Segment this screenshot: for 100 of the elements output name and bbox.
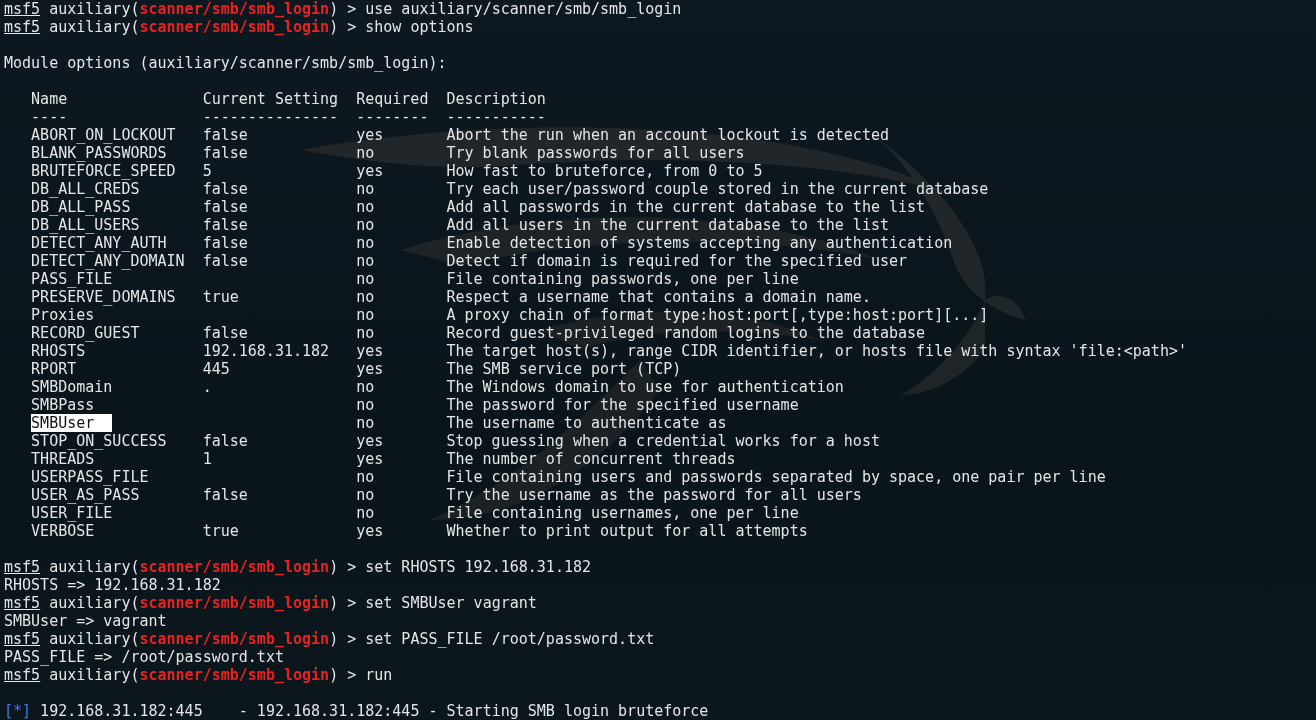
required-value: no bbox=[356, 504, 376, 522]
setting-value: false bbox=[202, 324, 249, 342]
option-description: Whether to print output for all attempts bbox=[446, 522, 809, 540]
option-description: The Windows domain to use for authentication bbox=[446, 378, 845, 396]
option-description: Enable detection of systems accepting any authentication bbox=[446, 234, 954, 252]
option-description: The password for the specified username bbox=[446, 396, 800, 414]
prompt-text: auxiliary( bbox=[48, 594, 140, 612]
setting-value: 5 bbox=[202, 162, 213, 180]
status-marker: [*] bbox=[4, 702, 32, 720]
output-text: RHOSTS => 192.168.31.182 bbox=[4, 576, 221, 594]
option-description: How fast to bruteforce, from 0 to 5 bbox=[446, 162, 764, 180]
setting-value: false bbox=[202, 234, 249, 252]
option-description: Add all users in the current database to the list bbox=[446, 216, 890, 234]
setting-value: false bbox=[202, 144, 249, 162]
required-value: no bbox=[356, 324, 376, 342]
required-value: no bbox=[356, 378, 376, 396]
module-name: scanner/smb/smb_login bbox=[139, 666, 330, 684]
column-header: Name bbox=[31, 90, 69, 108]
status-text: 192.168.31.182:445 - 192.168.31.182:445 - Starting SMB login bruteforce bbox=[39, 702, 709, 720]
option-name: ABORT_ON_LOCKOUT bbox=[31, 126, 176, 144]
required-value: no bbox=[356, 198, 376, 216]
option-description: Record guest-privileged random logins to the database bbox=[446, 324, 927, 342]
required-value: yes bbox=[356, 450, 385, 468]
option-description: A proxy chain of format type:host:port[,type:host:port][...] bbox=[446, 306, 990, 324]
prompt-text: auxiliary( bbox=[48, 18, 140, 36]
module-name: scanner/smb/smb_login bbox=[139, 558, 330, 576]
required-value: no bbox=[356, 216, 376, 234]
command-text: ) > use auxiliary/scanner/smb/smb_login bbox=[329, 0, 682, 18]
option-description: The target host(s), range CIDR identifier, or hosts file with syntax 'file:<path>' bbox=[446, 342, 1188, 360]
setting-value: false bbox=[202, 252, 249, 270]
option-description: The username to authenticate as bbox=[446, 414, 728, 432]
prompt-text: auxiliary( bbox=[48, 630, 140, 648]
option-name: THREADS bbox=[31, 450, 95, 468]
output-text: PASS_FILE => /root/password.txt bbox=[4, 648, 284, 666]
option-name: RECORD_GUEST bbox=[31, 324, 140, 342]
prompt-label: msf5 bbox=[4, 558, 41, 576]
setting-value: true bbox=[202, 522, 240, 540]
command-text: ) > show options bbox=[329, 18, 474, 36]
option-name: VERBOSE bbox=[31, 522, 95, 540]
option-description: File containing passwords, one per line bbox=[446, 270, 800, 288]
option-name: USER_FILE bbox=[31, 504, 113, 522]
output-text: SMBUser => vagrant bbox=[4, 612, 167, 630]
required-value: no bbox=[356, 270, 376, 288]
option-name: BLANK_PASSWORDS bbox=[31, 144, 167, 162]
prompt-label: msf5 bbox=[4, 630, 41, 648]
header-rule: --------------- bbox=[202, 108, 340, 126]
setting-value: false bbox=[202, 180, 249, 198]
required-value: no bbox=[356, 288, 376, 306]
required-value: no bbox=[356, 468, 376, 486]
required-value: no bbox=[356, 180, 376, 198]
command-text: ) > set RHOSTS 192.168.31.182 bbox=[329, 558, 592, 576]
setting-value: false bbox=[202, 198, 249, 216]
required-value: no bbox=[356, 252, 376, 270]
option-name: DB_ALL_PASS bbox=[31, 198, 131, 216]
setting-value: . bbox=[202, 378, 213, 396]
option-name: DETECT_ANY_DOMAIN bbox=[31, 252, 185, 270]
required-value: no bbox=[356, 396, 376, 414]
required-value: no bbox=[356, 486, 376, 504]
module-name: scanner/smb/smb_login bbox=[139, 18, 330, 36]
option-name: Proxies bbox=[31, 306, 95, 324]
option-name: DETECT_ANY_AUTH bbox=[31, 234, 167, 252]
setting-value: false bbox=[202, 126, 249, 144]
header-rule: ---- bbox=[31, 108, 69, 126]
setting-value: 1 bbox=[202, 450, 213, 468]
option-description: Add all passwords in the current database to the list bbox=[446, 198, 927, 216]
prompt-label: msf5 bbox=[4, 666, 41, 684]
column-header: Current Setting bbox=[202, 90, 340, 108]
option-name: USERPASS_FILE bbox=[31, 468, 149, 486]
option-name: RPORT bbox=[31, 360, 77, 378]
required-value: yes bbox=[356, 126, 385, 144]
required-value: no bbox=[356, 144, 376, 162]
option-description: The SMB service port (TCP) bbox=[446, 360, 683, 378]
setting-value: true bbox=[202, 288, 240, 306]
header-rule: -------- bbox=[356, 108, 430, 126]
setting-value: 192.168.31.182 bbox=[202, 342, 331, 360]
option-description: File containing usernames, one per line bbox=[446, 504, 800, 522]
module-name: scanner/smb/smb_login bbox=[139, 594, 330, 612]
prompt-text: auxiliary( bbox=[48, 0, 140, 18]
option-description: The number of concurrent threads bbox=[446, 450, 737, 468]
setting-value: 445 bbox=[202, 360, 231, 378]
prompt-text: auxiliary( bbox=[48, 666, 140, 684]
header-rule: ----------- bbox=[446, 108, 547, 126]
option-description: Stop guessing when a credential works for a host bbox=[446, 432, 881, 450]
option-name: DB_ALL_USERS bbox=[31, 216, 140, 234]
option-name: SMBUser bbox=[31, 414, 113, 432]
option-description: File containing users and passwords separated by space, one pair per line bbox=[446, 468, 1107, 486]
option-description: Try the username as the password for all users bbox=[446, 486, 863, 504]
command-text: ) > set PASS_FILE /root/password.txt bbox=[329, 630, 655, 648]
option-name: SMBDomain bbox=[31, 378, 113, 396]
command-text: ) > set SMBUser vagrant bbox=[329, 594, 537, 612]
module-name: scanner/smb/smb_login bbox=[139, 630, 330, 648]
required-value: no bbox=[356, 306, 376, 324]
option-name: BRUTEFORCE_SPEED bbox=[31, 162, 176, 180]
option-description: Abort the run when an account lockout is detected bbox=[446, 126, 890, 144]
required-value: yes bbox=[356, 432, 385, 450]
setting-value: false bbox=[202, 432, 249, 450]
setting-value: false bbox=[202, 486, 249, 504]
option-name: STOP_ON_SUCCESS bbox=[31, 432, 167, 450]
command-text: ) > run bbox=[329, 666, 393, 684]
required-value: yes bbox=[356, 360, 385, 378]
